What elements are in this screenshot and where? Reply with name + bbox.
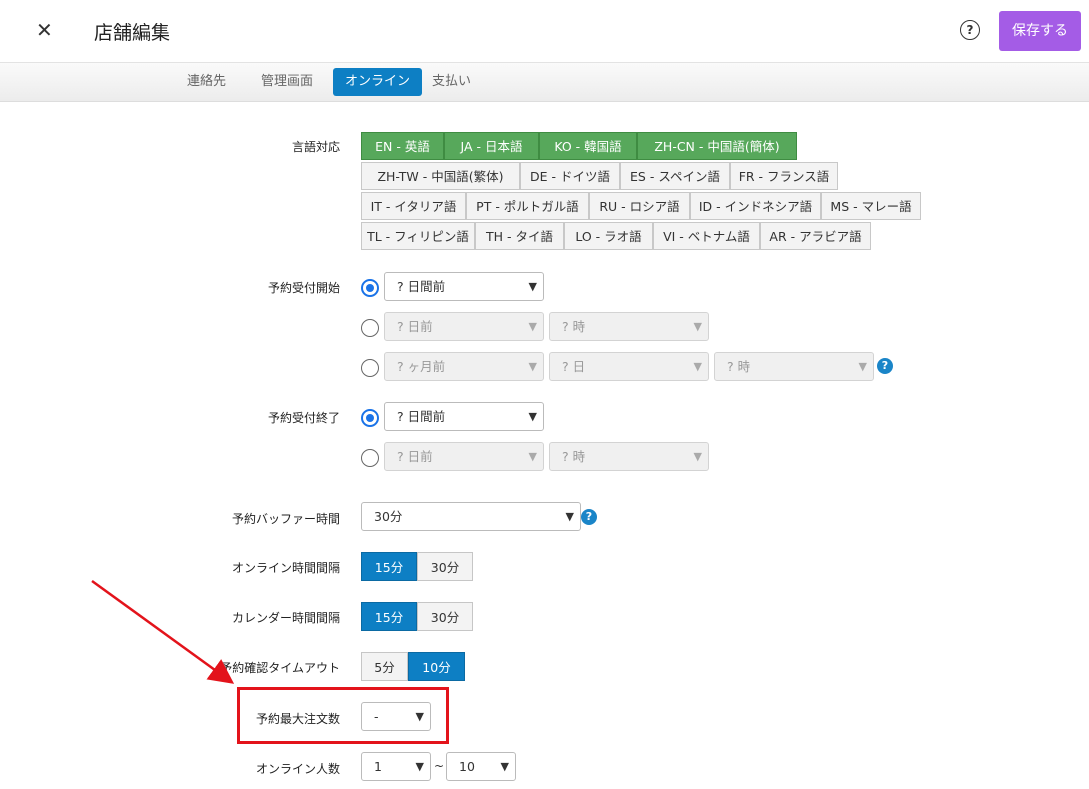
annotation-arrow <box>91 579 235 684</box>
highlight-box <box>237 687 449 744</box>
